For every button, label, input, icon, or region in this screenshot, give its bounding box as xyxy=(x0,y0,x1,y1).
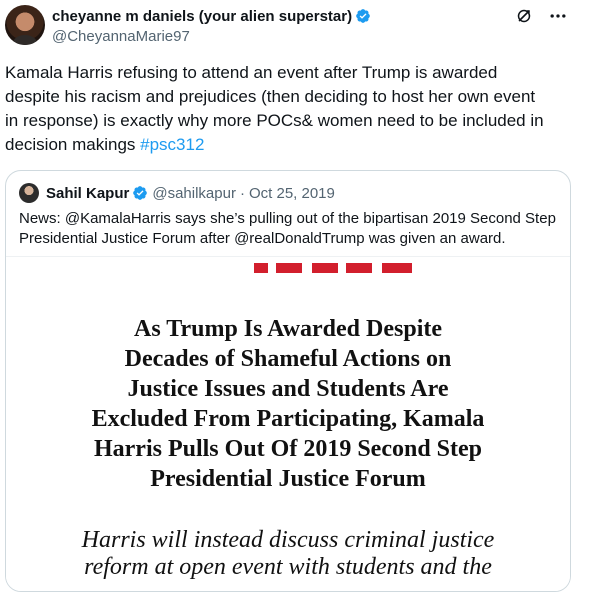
quoted-author-avatar[interactable] xyxy=(19,183,39,203)
tweet-text: Kamala Harris refusing to attend an even… xyxy=(5,61,553,157)
author-name-row: cheyanne m daniels (your alien superstar… xyxy=(52,6,592,26)
quoted-author-name[interactable]: Sahil Kapur xyxy=(46,185,129,202)
author-display-name[interactable]: cheyanne m daniels (your alien superstar… xyxy=(52,8,352,25)
more-horizontal-icon[interactable] xyxy=(548,6,568,26)
quoted-verified-badge-icon xyxy=(132,185,148,201)
slashed-circle-icon[interactable] xyxy=(514,6,534,26)
quoted-tweet-text: News: @KamalaHarris says she’s pulling o… xyxy=(19,210,556,247)
media-subheadline: Harris will instead discuss criminal jus… xyxy=(81,527,495,580)
quoted-author-handle[interactable]: @sahilkapur xyxy=(152,185,236,202)
quoted-date[interactable]: Oct 25, 2019 xyxy=(249,185,335,202)
hashtag-link[interactable]: #psc312 xyxy=(140,135,204,154)
tweet-body-text: Kamala Harris refusing to attend an even… xyxy=(5,63,544,154)
quoted-tweet-header: Sahil Kapur @sahilkapur · Oct 25, 2019 xyxy=(19,182,335,204)
tweet-header: cheyanne m daniels (your alien superstar… xyxy=(52,6,592,46)
media-headline: As Trump Is Awarded Despite Decades of S… xyxy=(91,316,485,492)
quoted-separator: · xyxy=(239,184,245,202)
cropped-red-heading xyxy=(254,263,412,273)
verified-badge-icon xyxy=(355,8,371,24)
tweet-actions xyxy=(514,6,568,26)
author-handle[interactable]: @CheyannaMarie97 xyxy=(52,28,592,45)
quoted-tweet-card[interactable]: Sahil Kapur @sahilkapur · Oct 25, 2019 N… xyxy=(5,170,571,592)
quoted-media-image[interactable]: As Trump Is Awarded Despite Decades of S… xyxy=(6,256,570,591)
author-avatar[interactable] xyxy=(5,5,45,45)
